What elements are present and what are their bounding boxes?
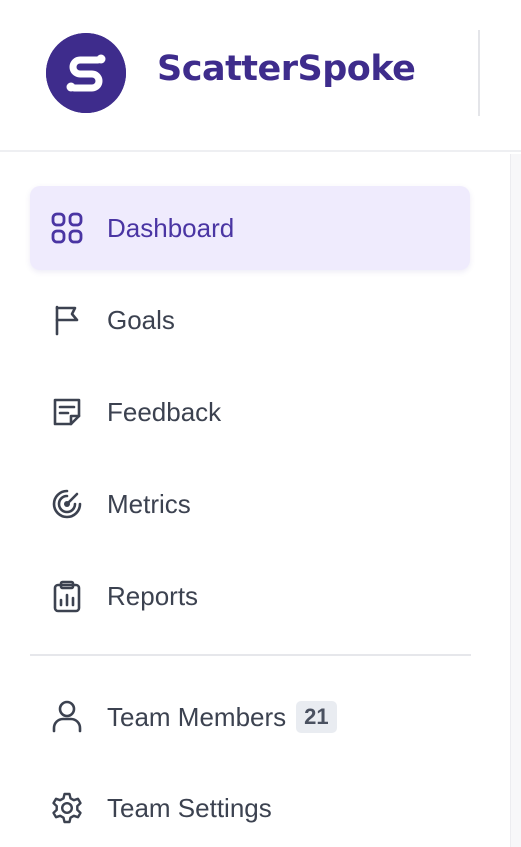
sidebar-item-label: Metrics [107,489,191,519]
sidebar-item-reports[interactable]: Reports [30,554,470,638]
sidebar-item-label: Goals [107,305,175,335]
flag-icon [50,303,84,337]
nav-section-divider [30,654,471,656]
grid-icon [50,211,84,245]
note-icon [50,395,84,429]
content-edge [510,154,521,847]
target-icon [50,487,84,521]
sidebar-item-team-settings[interactable]: Team Settings [30,766,470,847]
sidebar-item-label: Dashboard [107,213,235,243]
clipboard-chart-icon [50,579,84,613]
sidebar-item-label: Team Settings [107,793,272,823]
sidebar-item-label: Feedback [107,397,222,427]
header-divider [478,30,480,116]
sidebar-item-dashboard[interactable]: Dashboard [30,186,470,270]
sidebar-item-team-members[interactable]: Team Members 21 [30,674,470,758]
brand-name[interactable]: ScatterSpoke [157,49,416,89]
sidebar-item-label: Reports [107,581,199,611]
brand-header: ScatterSpoke [0,0,521,152]
user-icon [50,699,84,733]
sidebar-item-feedback[interactable]: Feedback [30,370,470,454]
member-count-badge: 21 [296,701,337,733]
sidebar-item-goals[interactable]: Goals [30,278,470,362]
sidebar-page: ScatterSpoke Dashboard Goals Feedback Me… [0,0,521,847]
sidebar-item-label: Team Members 21 [107,701,337,733]
gear-icon [50,791,84,825]
team-members-label: Team Members [107,702,287,732]
sidebar-item-metrics[interactable]: Metrics [30,462,470,546]
scatterspoke-logo-icon[interactable] [46,33,126,113]
